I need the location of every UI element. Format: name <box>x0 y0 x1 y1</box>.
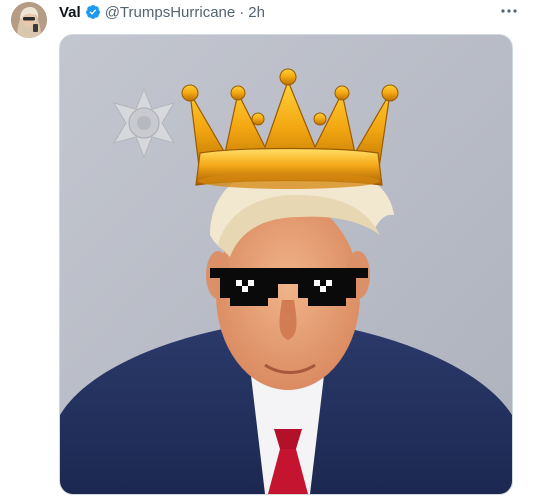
user-handle[interactable]: @TrumpsHurricane <box>105 4 236 21</box>
tweet[interactable]: Val @TrumpsHurricane · 2h <box>0 0 533 498</box>
separator-dot: · <box>239 3 245 21</box>
tweet-image[interactable] <box>59 34 513 495</box>
timestamp[interactable]: 2h <box>248 4 265 21</box>
user-avatar[interactable] <box>11 2 47 38</box>
tweet-header: Val @TrumpsHurricane · 2h <box>59 2 265 22</box>
more-horizontal-icon[interactable] <box>499 2 519 20</box>
verified-badge-icon[interactable] <box>85 4 101 20</box>
display-name[interactable]: Val <box>59 4 81 21</box>
